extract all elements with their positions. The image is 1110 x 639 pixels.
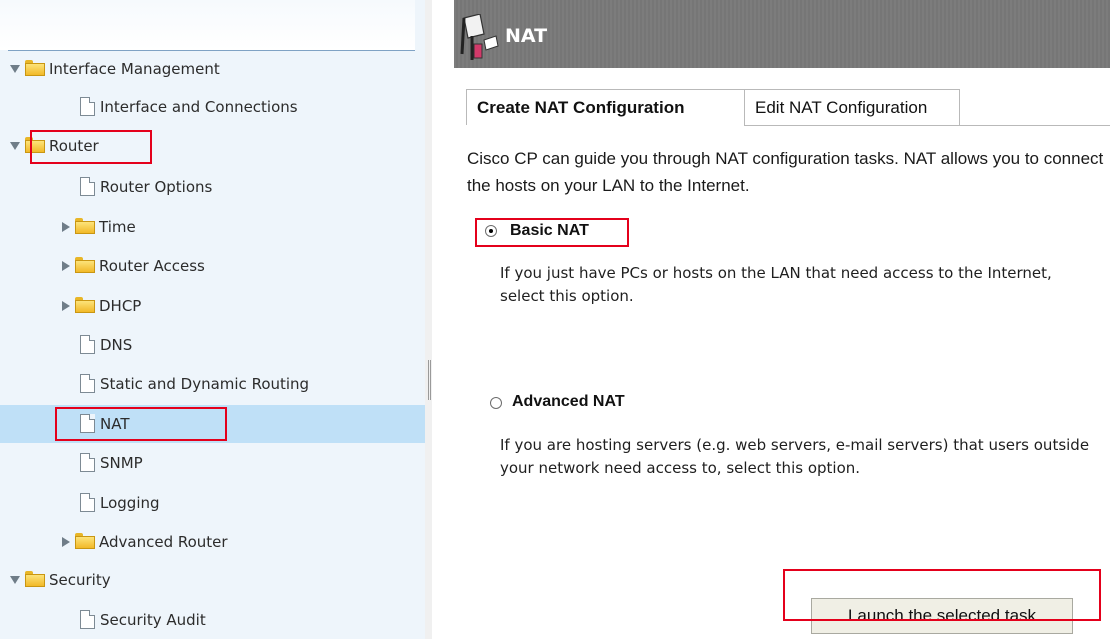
- navigation-tree: Interface Management Interface and Conne…: [0, 0, 425, 639]
- advanced-nat-description: If you are hosting servers (e.g. web ser…: [500, 436, 1090, 477]
- page-icon: [80, 374, 95, 393]
- tab-underline: [744, 125, 1110, 126]
- highlight-box-basic-nat: [475, 218, 629, 247]
- tree-item-router-options[interactable]: Router Options: [0, 168, 425, 206]
- tree-item-label: Advanced Router: [99, 533, 228, 551]
- expand-arrow-icon[interactable]: [10, 65, 20, 73]
- tree-item-interface-and-connections[interactable]: Interface and Connections: [0, 88, 425, 126]
- folder-icon: [75, 533, 95, 549]
- highlight-box-launch: [783, 569, 1101, 621]
- tree-item-label: SNMP: [100, 454, 143, 472]
- tree-item-label: DHCP: [99, 297, 142, 315]
- highlight-box-router: [30, 130, 152, 164]
- folder-open-icon: [25, 60, 45, 76]
- tree-item-dhcp[interactable]: DHCP: [0, 287, 425, 325]
- tree-item-logging[interactable]: Logging: [0, 484, 425, 522]
- tree-item-security[interactable]: Security: [0, 561, 425, 599]
- tree-item-label: Interface Management: [49, 60, 220, 78]
- tab-create-nat-configuration[interactable]: Create NAT Configuration: [466, 89, 744, 125]
- tree-item-label: Logging: [100, 494, 160, 512]
- splitter-grip-icon[interactable]: [428, 360, 429, 400]
- expand-arrow-icon[interactable]: [10, 142, 20, 150]
- tree-item-snmp[interactable]: SNMP: [0, 444, 425, 482]
- tree-item-label: DNS: [100, 336, 133, 354]
- tree-item-interface-management[interactable]: Interface Management: [0, 50, 425, 88]
- tree-item-label: Time: [99, 218, 136, 236]
- advanced-nat-radio[interactable]: [490, 397, 502, 409]
- pane-splitter[interactable]: [425, 0, 432, 639]
- page-header-bar: [454, 0, 1110, 68]
- basic-nat-description: If you just have PCs or hosts on the LAN…: [500, 264, 1052, 305]
- folder-icon: [75, 297, 95, 313]
- tree-item-router-access[interactable]: Router Access: [0, 247, 425, 285]
- highlight-box-nat: [55, 407, 227, 441]
- collapse-arrow-icon[interactable]: [62, 301, 70, 311]
- folder-open-icon: [25, 571, 45, 587]
- tree-item-time[interactable]: Time: [0, 208, 425, 246]
- page-title: NAT: [505, 25, 548, 47]
- advanced-nat-label[interactable]: Advanced NAT: [512, 393, 625, 411]
- nat-icon: [460, 14, 499, 60]
- folder-icon: [75, 218, 95, 234]
- page-icon: [80, 177, 95, 196]
- intro-text: Cisco CP can guide you through NAT confi…: [467, 149, 1104, 195]
- page-icon: [80, 610, 95, 629]
- page-icon: [80, 493, 95, 512]
- tree-item-advanced-router[interactable]: Advanced Router: [0, 523, 425, 561]
- tree-item-label: Static and Dynamic Routing: [100, 375, 310, 393]
- tree-item-label: Router Options: [100, 178, 213, 196]
- tree-item-dns[interactable]: DNS: [0, 326, 425, 364]
- collapse-arrow-icon[interactable]: [62, 261, 70, 271]
- tree-item-static-and-dynamic-routing[interactable]: Static and Dynamic Routing: [0, 365, 425, 403]
- tree-header-area: [0, 0, 415, 50]
- page-icon: [80, 335, 95, 354]
- tree-item-security-audit[interactable]: Security Audit: [0, 601, 425, 639]
- tab-edit-nat-configuration[interactable]: Edit NAT Configuration: [744, 89, 960, 125]
- page-icon: [80, 453, 95, 472]
- collapse-arrow-icon[interactable]: [62, 537, 70, 547]
- tree-item-label: Security Audit: [100, 611, 206, 629]
- folder-icon: [75, 257, 95, 273]
- expand-arrow-icon[interactable]: [10, 576, 20, 584]
- tree-item-label: Security: [49, 571, 111, 589]
- tree-item-label: Interface and Connections: [100, 98, 298, 116]
- page-icon: [80, 97, 95, 116]
- collapse-arrow-icon[interactable]: [62, 222, 70, 232]
- tree-item-label: Router Access: [99, 257, 205, 275]
